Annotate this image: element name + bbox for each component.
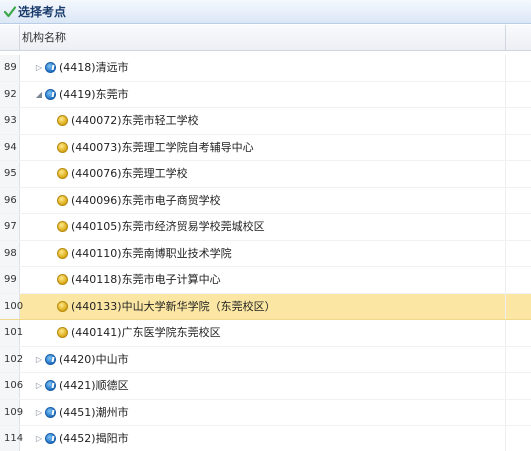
tree-node-city[interactable]: 114 ▷ (4452)揭阳市 (0, 426, 531, 451)
tree-node-label: (440105)东莞市经济贸易学校莞城校区 (71, 220, 265, 233)
row-number: 98 (0, 240, 20, 266)
tree-node-label: (440096)东莞市电子商贸学校 (71, 193, 221, 207)
tree-node-city[interactable]: 92 ◢ (4419)东莞市 (0, 81, 531, 108)
row-number: 93 (0, 108, 20, 134)
tree-node-exam-site[interactable]: 99 (440118)东莞市电子计算中心 (0, 267, 531, 294)
tree-node-label: (440118)东莞市电子计算中心 (71, 273, 221, 286)
column-divider (505, 134, 506, 160)
expand-arrow-icon[interactable]: ▷ (34, 400, 44, 426)
tree-node-label: (4421)顺德区 (59, 379, 129, 392)
column-divider (505, 55, 506, 81)
column-divider (505, 267, 506, 293)
row-number: 97 (0, 214, 20, 240)
tree-node-city[interactable]: 109 ▷ (4451)潮州市 (0, 399, 531, 426)
column-divider (505, 240, 506, 266)
city-node-icon (45, 406, 56, 418)
expand-arrow-icon[interactable]: ▷ (34, 426, 44, 451)
column-divider (505, 426, 506, 451)
city-node-icon (45, 353, 56, 365)
row-number: 109 (0, 399, 23, 425)
exam-site-node-icon (57, 300, 68, 312)
tree-node-label: (440072)东莞市轻工学校 (71, 114, 199, 127)
tree-node-exam-site[interactable]: 94 (440073)东莞理工学院自考辅导中心 (0, 134, 531, 161)
tree-node-city[interactable]: 89 ▷ (4418)清远市 (0, 55, 531, 82)
tree-node-city[interactable]: 106 ▷ (4421)顺德区 (0, 373, 531, 400)
tree-node-label: (440073)东莞理工学院自考辅导中心 (71, 140, 254, 154)
tree-node-exam-site[interactable]: 100 (440133)中山大学新华学院（东莞校区） (0, 293, 531, 320)
exam-site-node-icon (57, 221, 68, 232)
dialog-title: 选择考点 (18, 5, 67, 19)
tree-node-label: (4451)潮州市 (59, 405, 129, 419)
tree-grid: 89 ▷ (4418)清远市 92 ◢ (4419)东莞市 93 (440072)东莞市轻工学… (0, 55, 531, 451)
column-divider (505, 25, 506, 50)
tree-node-label: (440141)广东医学院东莞校区 (71, 326, 221, 339)
column-divider (505, 373, 506, 399)
expand-arrow-icon[interactable]: ▷ (34, 373, 44, 399)
exam-site-node-icon (57, 115, 68, 126)
column-divider (505, 293, 506, 319)
exam-site-node-icon (57, 274, 68, 285)
tree-node-exam-site[interactable]: 95 (440076)东莞理工学校 (0, 161, 531, 188)
row-number: 101 (0, 320, 23, 346)
city-node-icon (45, 433, 56, 444)
row-number: 99 (0, 267, 20, 293)
row-number: 100 (0, 293, 23, 319)
city-node-icon (45, 88, 56, 100)
column-header-institution[interactable]: 机构名称 (22, 25, 66, 50)
column-divider (505, 399, 506, 425)
tree-node-label: (440133)中山大学新华学院（东莞校区） (71, 299, 276, 313)
dialog-title-bar: 选择考点 (0, 0, 531, 24)
row-number: 106 (0, 373, 23, 399)
column-divider (505, 214, 506, 240)
expand-arrow-icon[interactable]: ▷ (34, 55, 44, 81)
row-number: 94 (0, 134, 20, 160)
row-number: 95 (0, 161, 20, 187)
column-divider (505, 187, 506, 213)
city-node-icon (45, 62, 56, 73)
tree-node-exam-site[interactable]: 101 (440141)广东医学院东莞校区 (0, 320, 531, 347)
collapse-arrow-icon[interactable]: ◢ (34, 82, 44, 108)
column-divider (505, 346, 506, 372)
tree-node-city[interactable]: 102 ▷ (4420)中山市 (0, 346, 531, 373)
tree-node-label: (4452)揭阳市 (59, 432, 129, 445)
row-number-header (0, 25, 20, 50)
column-divider (505, 108, 506, 134)
exam-site-node-icon (57, 247, 68, 259)
column-divider (505, 161, 506, 187)
tree-node-label: (4420)中山市 (59, 352, 129, 366)
tree-node-exam-site[interactable]: 96 (440096)东莞市电子商贸学校 (0, 187, 531, 214)
row-number: 92 (0, 81, 20, 107)
tree-node-label: (440110)东莞南博职业技术学院 (71, 246, 232, 260)
exam-site-node-icon (57, 141, 68, 153)
city-node-icon (45, 380, 56, 391)
exam-site-node-icon (57, 194, 68, 206)
grid-header: 机构名称 (0, 25, 531, 51)
row-number: 114 (0, 426, 23, 451)
tree-node-exam-site[interactable]: 97 (440105)东莞市经济贸易学校莞城校区 (0, 214, 531, 241)
row-number: 89 (0, 55, 20, 81)
row-number: 102 (0, 346, 23, 372)
tree-node-label: (4418)清远市 (59, 61, 129, 74)
check-icon (3, 5, 17, 17)
exam-site-node-icon (57, 327, 68, 338)
tree-node-label: (4419)东莞市 (59, 87, 129, 101)
column-divider (505, 320, 506, 346)
row-number: 96 (0, 187, 20, 213)
column-divider (505, 81, 506, 107)
tree-node-label: (440076)东莞理工学校 (71, 167, 188, 180)
exam-site-node-icon (57, 168, 68, 179)
tree-node-exam-site[interactable]: 93 (440072)东莞市轻工学校 (0, 108, 531, 135)
expand-arrow-icon[interactable]: ▷ (34, 347, 44, 373)
tree-node-exam-site[interactable]: 98 (440110)东莞南博职业技术学院 (0, 240, 531, 267)
